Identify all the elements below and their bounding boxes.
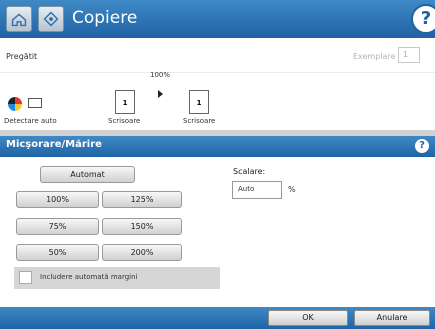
color-mode-icon xyxy=(8,97,22,111)
preset-125-button[interactable]: 125% xyxy=(102,191,182,208)
help-button[interactable]: ? xyxy=(411,4,435,34)
copy-app-icon xyxy=(38,6,64,32)
arrow-right-icon xyxy=(158,90,163,98)
preset-50-button[interactable]: 50% xyxy=(16,244,99,261)
detect-auto-label: Detectare auto xyxy=(4,117,57,125)
home-icon xyxy=(11,13,27,27)
preset-150-button[interactable]: 150% xyxy=(102,218,182,235)
source-paper-label: Scrisoare xyxy=(108,117,141,125)
home-button[interactable] xyxy=(6,6,32,32)
auto-margin-checkbox[interactable] xyxy=(19,271,32,284)
page-title: Copiere xyxy=(72,8,138,28)
preset-100-button[interactable]: 100% xyxy=(16,191,99,208)
diamond-icon xyxy=(43,11,59,27)
output-document-icon: 1 xyxy=(189,90,209,114)
panel-title: Micşorare/Mărire xyxy=(6,139,102,150)
scale-label: Scalare: xyxy=(233,167,266,176)
status-text: Pregătit xyxy=(6,52,38,61)
divider xyxy=(0,72,435,73)
auto-margin-label: Includere automată margini xyxy=(40,273,138,281)
top-bar: Copiere ? xyxy=(0,0,435,38)
scale-input[interactable]: Auto xyxy=(232,181,282,199)
preset-200-button[interactable]: 200% xyxy=(102,244,182,261)
output-paper-label: Scrisoare xyxy=(183,117,216,125)
percent-label: % xyxy=(288,185,296,194)
original-page-icon xyxy=(28,98,42,108)
reduce-enlarge-header: Micşorare/Mărire ? xyxy=(0,136,435,157)
auto-margin-row[interactable]: Includere automată margini xyxy=(14,267,220,289)
panel-help-icon[interactable]: ? xyxy=(415,139,429,153)
scale-indicator: 100% xyxy=(150,71,171,79)
copies-input[interactable]: 1 xyxy=(398,47,420,63)
source-document-icon: 1 xyxy=(115,90,135,114)
auto-button[interactable]: Automat xyxy=(40,166,135,183)
preset-75-button[interactable]: 75% xyxy=(16,218,99,235)
footer-bar: OK Anulare xyxy=(0,307,435,329)
ok-button[interactable]: OK xyxy=(268,310,348,326)
cancel-button[interactable]: Anulare xyxy=(354,310,430,326)
copies-label: Exemplare xyxy=(353,52,396,61)
